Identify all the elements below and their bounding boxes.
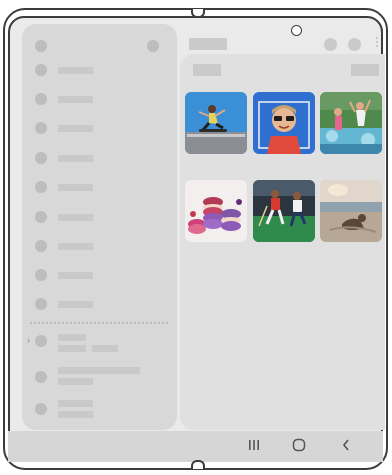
sidebar-item-icon (35, 335, 47, 347)
sidebar-item-sublabel (58, 411, 93, 418)
photo-thumbnail-field-hockey[interactable] (253, 180, 315, 242)
app-title (189, 38, 227, 50)
sidebar-item-label (58, 301, 93, 308)
sidebar-item-icon (35, 269, 47, 281)
hinge-bottom (191, 460, 205, 469)
sidebar-divider (30, 322, 168, 324)
sidebar-item-label (58, 400, 93, 407)
sidebar-item-label (58, 96, 93, 103)
back-icon[interactable] (341, 438, 351, 454)
photo-thumbnail-water-play[interactable] (320, 92, 382, 154)
sidebar-item-icon (35, 371, 47, 383)
system-navigation-bar (8, 431, 383, 462)
sidebar-item-icon (35, 240, 47, 252)
gallery-header-left[interactable] (193, 64, 221, 76)
search-icon[interactable] (324, 38, 337, 51)
sidebar-item-sublabel (58, 378, 93, 385)
sidebar-item-icon (35, 122, 47, 134)
recents-icon[interactable] (248, 438, 260, 454)
sidebar-item-label (58, 155, 93, 162)
photo-thumbnail-skateboarder[interactable] (185, 92, 247, 154)
sidebar-item-label (58, 272, 93, 279)
more-options-icon[interactable] (376, 37, 379, 50)
photo-thumbnail-beach-dog[interactable] (320, 180, 382, 242)
sidebar-item-icon (35, 181, 47, 193)
sidebar-item-sublabel (58, 345, 86, 352)
sidebar-item-icon (35, 403, 47, 415)
sidebar-item-label (58, 334, 86, 341)
sidebar-item-label (58, 243, 93, 250)
photo-thumbnail-macarons[interactable] (185, 180, 247, 242)
sidebar-menu-icon[interactable] (35, 40, 47, 52)
sidebar-item-icon (35, 298, 47, 310)
photo-thumbnail-child[interactable] (253, 92, 315, 154)
sidebar-item-icon (35, 152, 47, 164)
gallery-header-right[interactable] (351, 64, 379, 76)
sidebar-item-icon (35, 211, 47, 223)
sidebar-item-icon (35, 64, 47, 76)
sidebar-item-label (58, 125, 93, 132)
chevron-right-icon[interactable]: › (27, 336, 30, 345)
camera-cutout (291, 25, 302, 36)
home-icon[interactable] (292, 438, 306, 454)
sidebar-item-label (58, 67, 93, 74)
sidebar-item-sublabel (92, 345, 118, 352)
sidebar-settings-icon[interactable] (147, 40, 159, 52)
sidebar-item-label (58, 214, 93, 221)
sidebar-item-icon (35, 93, 47, 105)
select-icon[interactable] (348, 38, 361, 51)
sidebar-item-label (58, 184, 93, 191)
sidebar-item-label (58, 367, 140, 374)
